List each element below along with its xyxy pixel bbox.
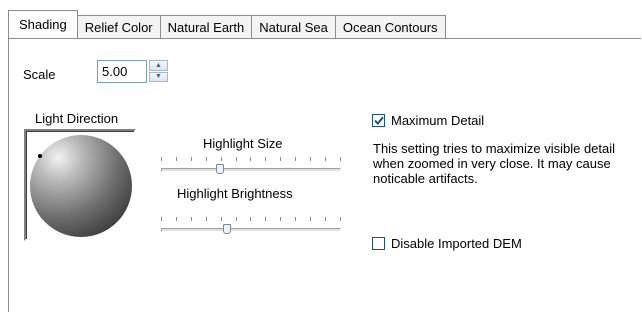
maximum-detail-label[interactable]: Maximum Detail <box>391 113 484 128</box>
light-direction-label: Light Direction <box>35 111 119 126</box>
slider-ticks <box>161 217 341 222</box>
highlight-size-label: Highlight Size <box>203 136 283 151</box>
scale-input[interactable] <box>97 60 147 83</box>
slider-ticks <box>161 157 341 162</box>
spin-up-icon[interactable]: ▲ <box>149 60 168 71</box>
slider-thumb[interactable] <box>223 224 231 234</box>
scale-label: Scale <box>23 67 56 82</box>
disable-imported-dem-checkbox[interactable] <box>372 237 385 250</box>
highlight-size-slider[interactable] <box>161 157 341 174</box>
shading-panel: Scale ▲ ▼ Light Direction Highlight Size… <box>8 38 641 312</box>
slider-thumb[interactable] <box>216 164 224 174</box>
disable-imported-dem-label[interactable]: Disable Imported DEM <box>391 236 522 251</box>
shaded-sphere[interactable] <box>30 135 132 237</box>
maximum-detail-checkbox[interactable] <box>372 114 385 127</box>
light-direction-picker[interactable] <box>24 129 136 241</box>
tab-natural-sea[interactable]: Natural Sea <box>251 15 336 38</box>
tab-relief-color[interactable]: Relief Color <box>76 15 161 38</box>
maximum-detail-description: This setting tries to maximize visible d… <box>373 141 616 186</box>
slider-track[interactable] <box>161 168 341 172</box>
checkmark-icon <box>373 116 384 125</box>
light-source-marker[interactable] <box>38 154 42 158</box>
spin-down-icon[interactable]: ▼ <box>149 71 168 82</box>
tab-shading[interactable]: Shading <box>8 10 78 38</box>
tab-natural-earth[interactable]: Natural Earth <box>159 15 253 38</box>
slider-track[interactable] <box>161 228 341 232</box>
highlight-brightness-label: Highlight Brightness <box>177 186 293 201</box>
scale-spinner[interactable]: ▲ ▼ <box>149 60 168 83</box>
tab-bar: Shading Relief Color Natural Earth Natur… <box>8 8 446 38</box>
tab-ocean-contours[interactable]: Ocean Contours <box>334 15 446 38</box>
highlight-brightness-slider[interactable] <box>161 217 341 234</box>
